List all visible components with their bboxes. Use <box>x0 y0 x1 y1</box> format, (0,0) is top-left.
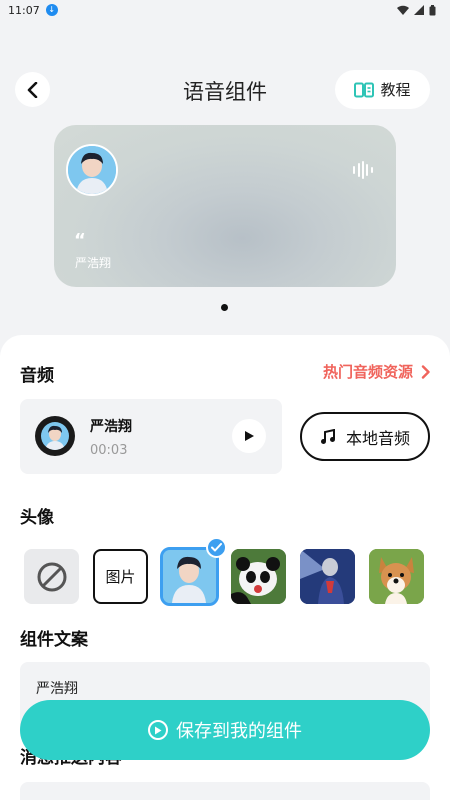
audio-track-card[interactable]: 严浩翔 00:03 <box>20 399 282 474</box>
battery-icon <box>429 4 436 15</box>
avatar-section-title: 头像 <box>20 508 54 528</box>
book-icon <box>354 82 375 97</box>
avatar-option-hero[interactable] <box>300 549 355 604</box>
avatar-option-panda[interactable] <box>231 549 286 604</box>
preview-caption: 严浩翔 <box>75 256 112 270</box>
audio-disc-icon <box>35 416 75 456</box>
download-icon: ↓ <box>45 4 58 16</box>
person-avatar-image <box>68 146 116 194</box>
local-audio-button[interactable]: 本地音频 <box>300 412 430 461</box>
save-to-my-widgets-button[interactable]: 保存到我的组件 <box>20 700 430 760</box>
selected-check-icon <box>206 537 227 558</box>
chevron-right-icon <box>421 364 430 379</box>
avatar-option-dog[interactable] <box>369 549 424 604</box>
carousel-indicator <box>221 304 228 311</box>
music-note-icon <box>320 428 335 444</box>
local-audio-label: 本地音频 <box>345 428 410 448</box>
notice-input[interactable] <box>20 782 430 800</box>
signal-icon <box>414 5 424 15</box>
widget-preview-card: “ 严浩翔 <box>54 125 396 287</box>
hot-audio-label: 热门音频资源 <box>322 363 413 381</box>
caption-input-value: 严浩翔 <box>36 681 78 697</box>
avatar-picker: 图片 <box>0 537 450 607</box>
dog-image <box>369 549 424 604</box>
caption-section-title: 组件文案 <box>20 630 88 650</box>
status-bar: 11:07 ↓ <box>0 0 450 20</box>
person-avatar-image <box>163 550 216 603</box>
audio-track-name: 严浩翔 <box>90 419 132 435</box>
tutorial-button[interactable]: 教程 <box>335 70 430 109</box>
sound-wave-icon <box>353 161 373 179</box>
tutorial-label: 教程 <box>380 81 411 99</box>
prohibited-icon <box>37 562 66 591</box>
status-time: 11:07 <box>8 3 40 17</box>
no-avatar-option[interactable] <box>24 549 79 604</box>
preview-avatar <box>66 144 118 196</box>
quote-icon: “ <box>74 230 86 251</box>
audio-section-title: 音频 <box>20 366 54 386</box>
audio-track-duration: 00:03 <box>90 443 128 458</box>
panda-image <box>231 549 286 604</box>
play-circle-icon <box>148 720 168 740</box>
save-button-label: 保存到我的组件 <box>176 721 302 742</box>
hero-figure-image <box>300 549 355 604</box>
play-icon <box>245 431 254 441</box>
play-button[interactable] <box>232 419 266 453</box>
picture-option-label: 图片 <box>105 568 136 586</box>
custom-picture-option[interactable]: 图片 <box>93 549 148 604</box>
hot-audio-resources-link[interactable]: 热门音频资源 <box>323 361 430 382</box>
wifi-icon <box>397 5 409 15</box>
nav-bar: 语音组件 教程 <box>0 68 450 112</box>
